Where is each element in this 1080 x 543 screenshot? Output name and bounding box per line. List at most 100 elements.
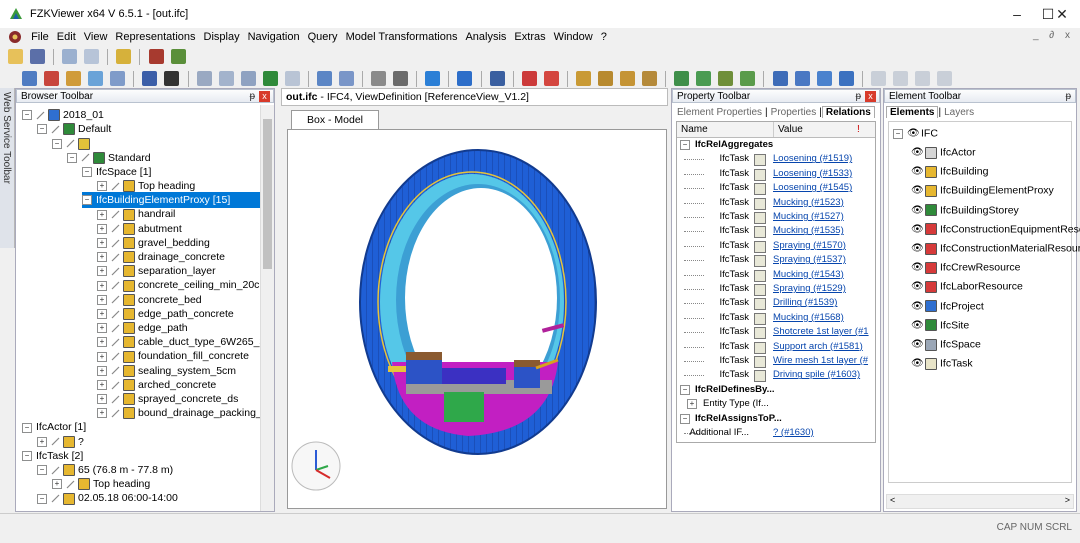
scroll-right-icon[interactable]: >	[1065, 495, 1070, 505]
relation-group-row[interactable]: − IfcRelAssignsToP...	[677, 412, 875, 426]
move-icon[interactable]	[575, 71, 591, 86]
browser-scrollbar[interactable]	[260, 105, 274, 511]
menu-view[interactable]: View	[80, 28, 112, 46]
pin-icon[interactable]: ᵽ	[249, 90, 255, 104]
expand-icon[interactable]: +	[97, 337, 107, 348]
visibility-toggle-icon[interactable]	[111, 253, 120, 262]
disabled-tool-icon[interactable]	[914, 71, 930, 86]
relation-link[interactable]: Spraying (#1537)	[773, 253, 871, 267]
move-left-icon[interactable]	[597, 71, 613, 86]
close-icon[interactable]: x	[259, 91, 270, 102]
translate-icon[interactable]	[838, 71, 854, 86]
eye-icon[interactable]: 👁	[911, 335, 924, 354]
collapse-icon[interactable]: −	[22, 422, 32, 433]
collapse-icon[interactable]: −	[22, 110, 32, 121]
paste-icon[interactable]	[84, 49, 100, 64]
menu-window[interactable]: Window	[550, 28, 597, 46]
relation-row[interactable]: IfcTask Spraying (#1529)	[677, 282, 875, 296]
menu-query[interactable]: Query	[304, 28, 342, 46]
expand-icon[interactable]: +	[97, 394, 107, 405]
tools-icon[interactable]	[148, 49, 164, 64]
tab-layers[interactable]: Layers	[941, 107, 977, 118]
expand-icon[interactable]: +	[97, 351, 107, 362]
move-right-icon[interactable]	[620, 71, 635, 86]
mirror-icon[interactable]	[816, 71, 832, 86]
eye-icon[interactable]: 👁	[907, 124, 920, 143]
relation-row[interactable]: Additional IF... ? (#1630)	[677, 426, 875, 440]
web-service-toolbar-tab[interactable]: Web Service Toolbar	[0, 88, 15, 248]
relation-row[interactable]: IfcTask Loosening (#1533)	[677, 167, 875, 181]
relation-link[interactable]: Loosening (#1519)	[773, 152, 871, 166]
expand-icon[interactable]: +	[97, 252, 107, 263]
menu-model-transformations[interactable]: Model Transformations	[342, 28, 462, 46]
snowflake-icon[interactable]	[425, 71, 441, 86]
relation-row[interactable]: IfcTask Spraying (#1537)	[677, 253, 875, 268]
axis-icon[interactable]	[316, 71, 332, 86]
visibility-toggle-icon[interactable]	[111, 281, 120, 290]
copy-icon[interactable]	[62, 49, 78, 64]
tab-box-model[interactable]: Box - Model	[291, 110, 379, 129]
relation-row[interactable]: IfcTask Loosening (#1545)	[677, 181, 875, 196]
eye-icon[interactable]: 👁	[911, 258, 924, 277]
relation-link[interactable]: Driving spile (#1603)	[773, 368, 871, 382]
visibility-toggle-icon[interactable]	[66, 139, 75, 148]
relation-link[interactable]: Mucking (#1543)	[773, 268, 871, 282]
menu-representations[interactable]: Representations	[111, 28, 199, 46]
chart-icon[interactable]	[457, 71, 473, 86]
element-type-item[interactable]: 👁 IfcLaborResource	[911, 277, 1023, 296]
visibility-toggle-icon[interactable]	[111, 210, 120, 219]
expand-icon[interactable]: +	[97, 209, 107, 220]
element-type-item[interactable]: 👁 IfcConstructionEquipmentResc	[911, 220, 1080, 239]
tab-relations[interactable]: Relations	[821, 106, 875, 118]
relation-link[interactable]: Spraying (#1529)	[773, 282, 871, 296]
3d-viewport[interactable]	[287, 129, 667, 509]
menu-edit[interactable]: Edit	[53, 28, 80, 46]
relation-row[interactable]: IfcTask Mucking (#1568)	[677, 311, 875, 325]
eye-icon[interactable]: 👁	[911, 316, 924, 335]
walk-icon[interactable]	[164, 71, 180, 86]
save-icon[interactable]	[30, 49, 46, 64]
pin-icon[interactable]: ᵽ	[855, 90, 861, 104]
gear-red-icon[interactable]	[543, 71, 559, 86]
relation-link[interactable]: Mucking (#1523)	[773, 196, 871, 210]
measure-icon[interactable]	[489, 71, 505, 86]
fit-icon[interactable]	[110, 71, 126, 86]
relation-link[interactable]: ? (#1630)	[773, 426, 871, 440]
element-type-item[interactable]: 👁 IfcActor	[911, 143, 976, 162]
layers-icon[interactable]	[170, 49, 186, 64]
element-type-item[interactable]: 👁 IfcBuildingStorey	[911, 201, 1019, 220]
solid-view-icon[interactable]	[262, 71, 278, 86]
element-type-item[interactable]: 👁 IfcBuildingElementProxy	[911, 181, 1054, 200]
relation-link[interactable]: Shotcrete 1st layer (#1	[773, 325, 871, 339]
collapse-icon[interactable]: −	[37, 465, 47, 476]
eye-icon[interactable]: 👁	[911, 143, 924, 162]
tunnel-model[interactable]	[288, 130, 666, 508]
relation-row[interactable]: IfcTask Support arch (#1581)	[677, 340, 875, 354]
expand-icon[interactable]: +	[97, 309, 107, 320]
eye-icon[interactable]: 👁	[911, 277, 924, 296]
collapse-icon[interactable]: −	[22, 451, 32, 462]
expand-icon[interactable]: +	[97, 408, 107, 419]
collapse-icon[interactable]: −	[893, 128, 903, 139]
visibility-toggle-icon[interactable]	[111, 182, 120, 191]
element-type-item[interactable]: 👁 IfcCrewResource	[911, 258, 1021, 277]
wire-view-icon[interactable]	[284, 71, 300, 86]
open-icon[interactable]	[8, 49, 23, 64]
eye-icon[interactable]: 👁	[911, 220, 924, 239]
menu-display[interactable]: Display	[200, 28, 244, 46]
menu-navigation[interactable]: Navigation	[244, 28, 304, 46]
link-icon[interactable]	[718, 71, 734, 86]
relation-group-row[interactable]: − IfcRelAggregates	[677, 138, 875, 152]
tree-item[interactable]: − 02.05.18 06:00-14:00	[37, 490, 178, 506]
select-icon[interactable]	[142, 71, 158, 86]
expand-icon[interactable]: +	[97, 280, 107, 291]
relation-row[interactable]: IfcTask Loosening (#1519)	[677, 152, 875, 167]
collapse-icon[interactable]: −	[67, 152, 77, 163]
target-icon[interactable]	[521, 71, 537, 86]
rotate-icon[interactable]	[66, 71, 82, 86]
tab-elements[interactable]: Elements	[886, 106, 939, 118]
app-menu-icon[interactable]	[8, 30, 22, 44]
menu-help[interactable]: ?	[597, 28, 611, 46]
relation-link[interactable]: Support arch (#1581)	[773, 340, 871, 354]
relation-row[interactable]: IfcTask Drilling (#1539)	[677, 296, 875, 311]
